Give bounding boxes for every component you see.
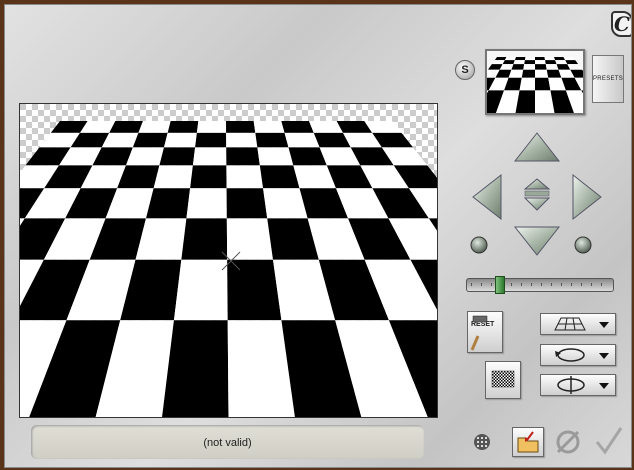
corel-logo-icon: C bbox=[611, 11, 631, 37]
flip-vertical-icon bbox=[557, 376, 585, 394]
checker-tile bbox=[544, 57, 556, 61]
checker-tile bbox=[519, 77, 535, 91]
checker-tile bbox=[494, 57, 507, 61]
checker-tile bbox=[535, 64, 547, 70]
flip-dropdown[interactable] bbox=[540, 374, 616, 396]
checker-tile bbox=[524, 57, 535, 61]
cancel-icon[interactable] bbox=[554, 428, 582, 456]
checker-tile bbox=[132, 132, 168, 148]
rotate-right-icon[interactable] bbox=[574, 236, 592, 254]
main-canvas[interactable] bbox=[19, 103, 438, 418]
rotate-circle-icon bbox=[555, 348, 585, 362]
presets-button[interactable]: PRESETS bbox=[592, 55, 624, 103]
checker-tile bbox=[565, 60, 579, 65]
checker-tile bbox=[159, 147, 196, 166]
center-down-icon[interactable] bbox=[523, 197, 551, 211]
checker-tile bbox=[535, 69, 549, 78]
checker-tile bbox=[257, 147, 294, 166]
center-divider bbox=[524, 190, 550, 197]
ok-check-icon[interactable] bbox=[593, 426, 625, 456]
arrow-down-icon[interactable] bbox=[513, 226, 561, 256]
checker-tile bbox=[535, 57, 546, 61]
open-folder-icon bbox=[517, 431, 539, 453]
checker-tile bbox=[138, 121, 171, 133]
hammer-icon bbox=[470, 315, 488, 351]
grid-plane-dropdown[interactable] bbox=[540, 313, 616, 335]
chevron-down-icon bbox=[599, 353, 609, 359]
checker-tile bbox=[163, 132, 197, 148]
zoom-slider[interactable] bbox=[466, 276, 614, 294]
reset-button[interactable]: RESET bbox=[467, 311, 503, 353]
checker-tile bbox=[255, 132, 289, 148]
checker-tile bbox=[196, 121, 227, 133]
checker-tile bbox=[226, 218, 274, 260]
status-text: (not valid) bbox=[203, 437, 252, 449]
center-up-icon[interactable] bbox=[523, 178, 551, 190]
checker-tile bbox=[563, 57, 576, 61]
open-file-button[interactable] bbox=[512, 427, 544, 457]
s-button[interactable]: S bbox=[455, 60, 475, 80]
texture-icon bbox=[491, 370, 515, 388]
arrow-right-icon[interactable] bbox=[572, 173, 602, 221]
grid-dots-icon[interactable] bbox=[473, 433, 491, 451]
checker-tile bbox=[145, 188, 191, 219]
plugin-window: C (not valid) S PRESETS RESET bbox=[4, 4, 632, 468]
checker-tile bbox=[545, 64, 559, 70]
checker-tile bbox=[491, 60, 505, 65]
arrow-up-icon[interactable] bbox=[513, 132, 561, 162]
checker-tile bbox=[521, 69, 535, 78]
checker-tile bbox=[284, 132, 320, 148]
checker-tile bbox=[226, 132, 258, 148]
slider-ticks bbox=[471, 283, 609, 286]
chevron-down-icon bbox=[599, 383, 609, 389]
preview-thumbnail[interactable] bbox=[457, 49, 613, 115]
checker-tile bbox=[192, 147, 227, 166]
checker-tile bbox=[523, 64, 535, 70]
slider-thumb[interactable] bbox=[494, 276, 505, 294]
checker-tile bbox=[554, 57, 566, 61]
rotate-left-icon[interactable] bbox=[470, 236, 488, 254]
checker-tile bbox=[226, 121, 256, 133]
grid-plane-icon bbox=[554, 317, 586, 331]
arrow-left-icon[interactable] bbox=[472, 173, 502, 221]
checker-tile bbox=[181, 218, 228, 260]
checker-tile bbox=[513, 60, 525, 65]
checker-tile bbox=[545, 60, 557, 65]
checker-tile bbox=[227, 259, 282, 321]
checker-tile bbox=[226, 165, 264, 189]
checker-tile bbox=[535, 60, 546, 65]
checker-tile bbox=[226, 147, 260, 166]
checker-tile bbox=[186, 188, 227, 219]
s-button-label: S bbox=[461, 64, 469, 76]
checker-tile bbox=[167, 121, 199, 133]
checker-tile bbox=[173, 259, 228, 321]
checker-tile bbox=[195, 132, 227, 148]
direction-pad bbox=[470, 132, 602, 256]
checker-tile bbox=[226, 188, 268, 219]
checker-tile bbox=[514, 57, 526, 61]
status-bar: (not valid) bbox=[31, 425, 424, 459]
checker-tile bbox=[504, 57, 516, 61]
checkerboard-image[interactable] bbox=[20, 104, 437, 417]
chevron-down-icon bbox=[599, 322, 609, 328]
checker-tile bbox=[253, 121, 285, 133]
checker-tile bbox=[281, 121, 314, 133]
checker-tile bbox=[259, 165, 300, 189]
presets-label: PRESETS bbox=[593, 76, 624, 82]
checker-tile bbox=[524, 60, 535, 65]
texture-button[interactable] bbox=[485, 361, 521, 399]
rotate-dropdown[interactable] bbox=[540, 344, 616, 366]
checker-tile bbox=[190, 165, 227, 189]
preview-checkerboard bbox=[457, 57, 613, 113]
checker-tile bbox=[153, 165, 193, 189]
checker-tile bbox=[535, 77, 551, 91]
checker-tile bbox=[511, 64, 525, 70]
